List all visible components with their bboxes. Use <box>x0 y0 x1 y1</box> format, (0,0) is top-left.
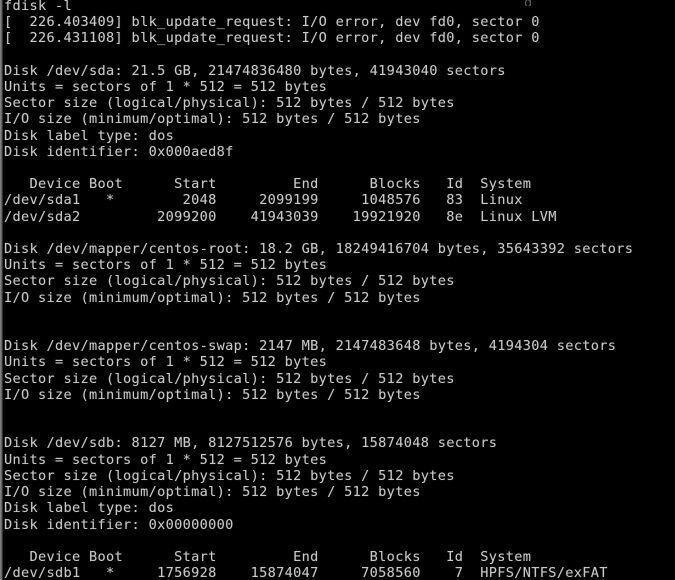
console-output-text: fdisk -l [ 226.403409] blk_update_reques… <box>4 0 634 580</box>
window-left-border <box>0 0 3 580</box>
terminal-console[interactable]: fdisk -l [ 226.403409] blk_update_reques… <box>0 0 675 580</box>
scrolled-off-line-artifact: g <box>524 0 540 6</box>
